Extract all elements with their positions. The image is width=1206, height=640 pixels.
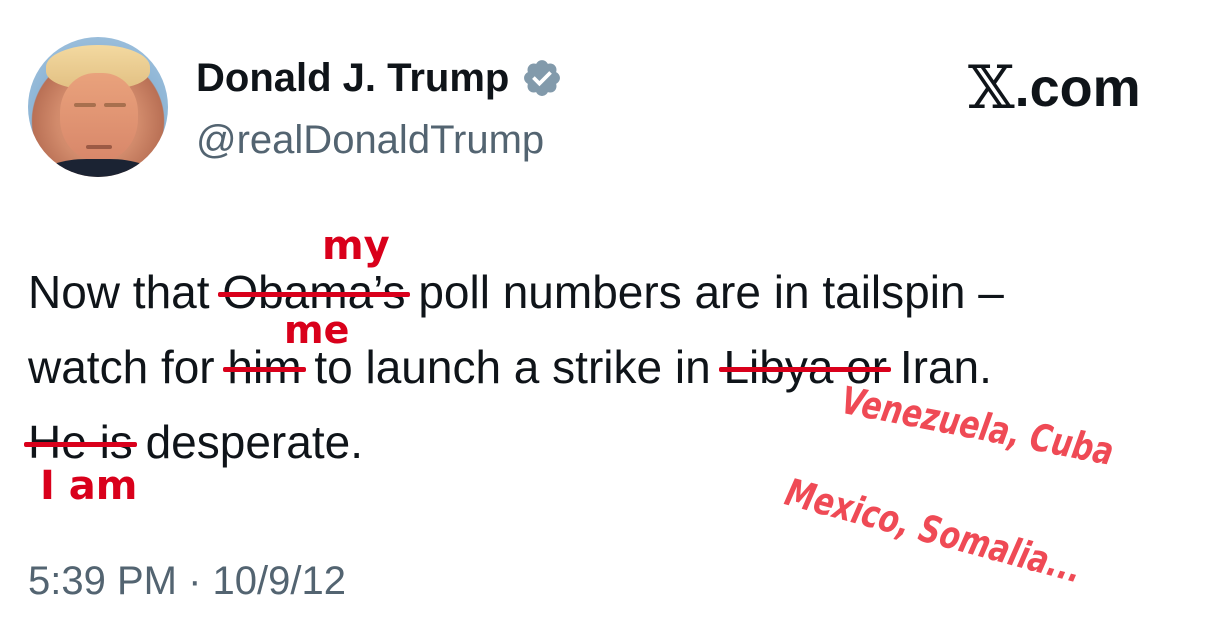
x-brand: 𝕏 .com [968,56,1141,120]
tweet-line-1: Now that Obama’s poll numbers are in tai… [28,264,1004,320]
avatar[interactable] [28,37,168,177]
edit-replace-obama: my [322,223,390,269]
handwritten-note-2: Mexico, Somalia... [780,470,1087,592]
avatar-suit [42,159,154,177]
author-handle[interactable]: @realDonaldTrump [196,114,544,166]
tweet-text: Now that [28,266,223,318]
verified-badge-icon [524,60,561,96]
tweet-text: Iran. [887,341,992,393]
struck-text-obama: Obama’s [218,266,410,318]
tweet-text: watch for [28,341,228,393]
tweet-text: desperate. [132,416,363,468]
avatar-left-brow [74,103,96,107]
brand-domain: .com [1014,58,1141,118]
tweet-text: to launch a strike in [301,341,724,393]
x-logo-icon: 𝕏 [968,53,1015,123]
tweet-timestamp[interactable]: 5:39 PM · 10/9/12 [28,556,346,606]
avatar-right-brow [104,103,126,107]
struck-text-him: him [223,341,306,393]
tweet-line-3: He is desperate. [24,414,363,470]
author-display-name[interactable]: Donald J. Trump [196,52,509,104]
author-name-row: Donald J. Trump [196,52,563,104]
tweet-text: poll numbers are in tailspin – [405,266,1004,318]
struck-text-he-is: He is [24,416,137,468]
avatar-mouth [86,145,112,149]
